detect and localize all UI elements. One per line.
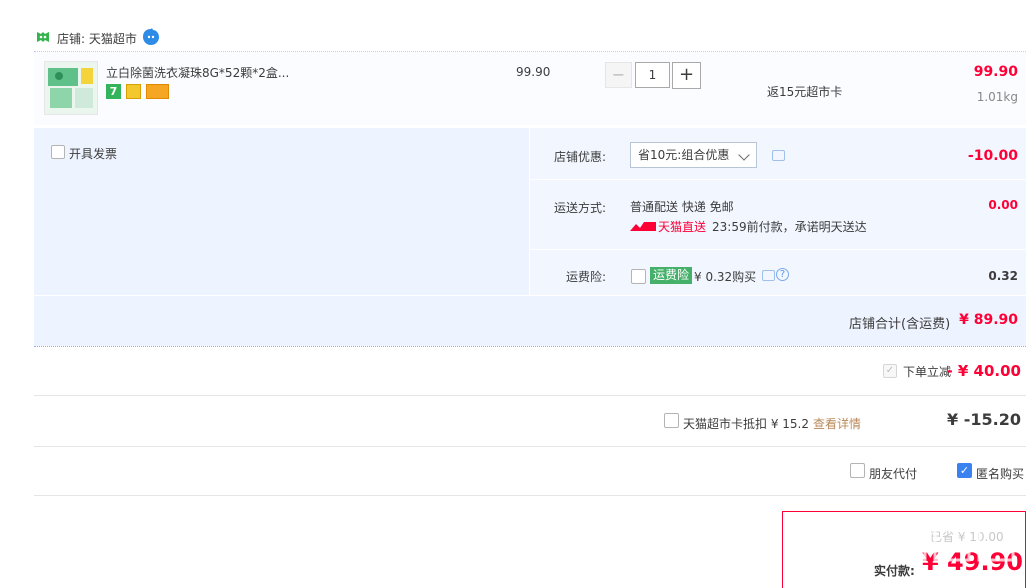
quantity-increase-button[interactable]: +	[672, 62, 701, 89]
supermarket-card-label[interactable]: 天猫超市卡抵扣 ¥ 15.2	[683, 415, 809, 432]
product-thumbnail[interactable]	[44, 61, 98, 115]
quantity-decrease-button[interactable]: −	[605, 62, 632, 88]
product-title[interactable]: 立白除菌洗衣凝珠8G*52颗*2盒...	[106, 64, 289, 81]
divider	[34, 395, 1026, 396]
divider	[530, 249, 1026, 250]
seven-day-return-icon[interactable]: 7	[106, 84, 121, 99]
supermarket-card-details-link[interactable]: 查看详情	[813, 415, 861, 432]
friend-pay-checkbox[interactable]	[850, 463, 865, 478]
shipping-amount: 0.00	[988, 198, 1018, 212]
divider	[529, 128, 530, 295]
return-card-note: 返15元超市卡	[767, 85, 843, 99]
shop-discount-amount: -10.00	[967, 148, 1018, 164]
insurance-checkbox[interactable]	[631, 269, 646, 284]
product-image-icon	[45, 62, 97, 114]
shop-discount-select[interactable]: 省10元:组合优惠	[630, 142, 757, 168]
shipping-label: 运送方式:	[554, 201, 607, 215]
divider	[34, 495, 1026, 496]
card-pay-icon[interactable]	[146, 84, 169, 99]
shop-discount-label: 店铺优惠:	[554, 150, 607, 164]
shipping-method: 普通配送 快递 免邮	[630, 200, 734, 214]
divider	[34, 295, 1026, 296]
friend-pay-label[interactable]: 朋友代付	[869, 465, 917, 482]
store-name[interactable]: 店铺: 天猫超市	[57, 30, 137, 47]
instant-discount-label: 下单立减	[903, 365, 952, 379]
wangwang-icon[interactable]	[142, 28, 160, 46]
item-weight: 1.01kg	[976, 90, 1018, 104]
insurance-amount: 0.32	[988, 269, 1018, 283]
chevron-down-icon	[738, 149, 750, 161]
supermarket-card-amount: ¥ -15.20	[947, 410, 1021, 429]
anonymous-purchase-label[interactable]: 匿名购买	[976, 465, 1024, 482]
quantity-input[interactable]: 1	[635, 62, 670, 88]
supermarket-card-checkbox[interactable]	[664, 413, 679, 428]
insurance-badge: 运费险	[650, 267, 693, 284]
insurance-price: ¥ 0.32购买	[694, 270, 757, 284]
anonymous-purchase-checkbox[interactable]: ✓	[957, 463, 972, 478]
help-icon[interactable]: ?	[776, 268, 789, 281]
divider	[34, 446, 1026, 447]
shop-discount-selected: 省10元:组合优惠	[638, 148, 730, 162]
instant-discount-checkbox: ✓	[883, 364, 897, 378]
guarantee-icon[interactable]	[126, 84, 141, 99]
unit-price: 99.90	[516, 65, 551, 79]
invoice-checkbox[interactable]	[51, 145, 65, 159]
divider	[34, 346, 1026, 347]
shop-total-label: 店铺合计(含运费)	[849, 317, 951, 332]
tmall-express-label: 天猫直送	[658, 220, 707, 234]
tmall-store-icon	[37, 32, 49, 42]
delivery-promise: 23:59前付款，承诺明天送达	[712, 220, 867, 234]
insurance-label: 运费险:	[566, 270, 607, 284]
divider	[530, 179, 1026, 180]
invoice-label[interactable]: 开具发票	[69, 145, 117, 162]
instant-discount-amount: - ¥ 40.00	[946, 362, 1021, 380]
item-total-price: 99.90	[973, 64, 1018, 80]
shop-total-amount: ¥ 89.90	[959, 312, 1018, 328]
tmall-express-icon	[630, 222, 656, 231]
order-item-row	[34, 52, 1026, 125]
comment-icon[interactable]	[762, 270, 775, 281]
comment-icon[interactable]	[772, 150, 785, 161]
watermark-logo-icon	[889, 514, 1015, 562]
